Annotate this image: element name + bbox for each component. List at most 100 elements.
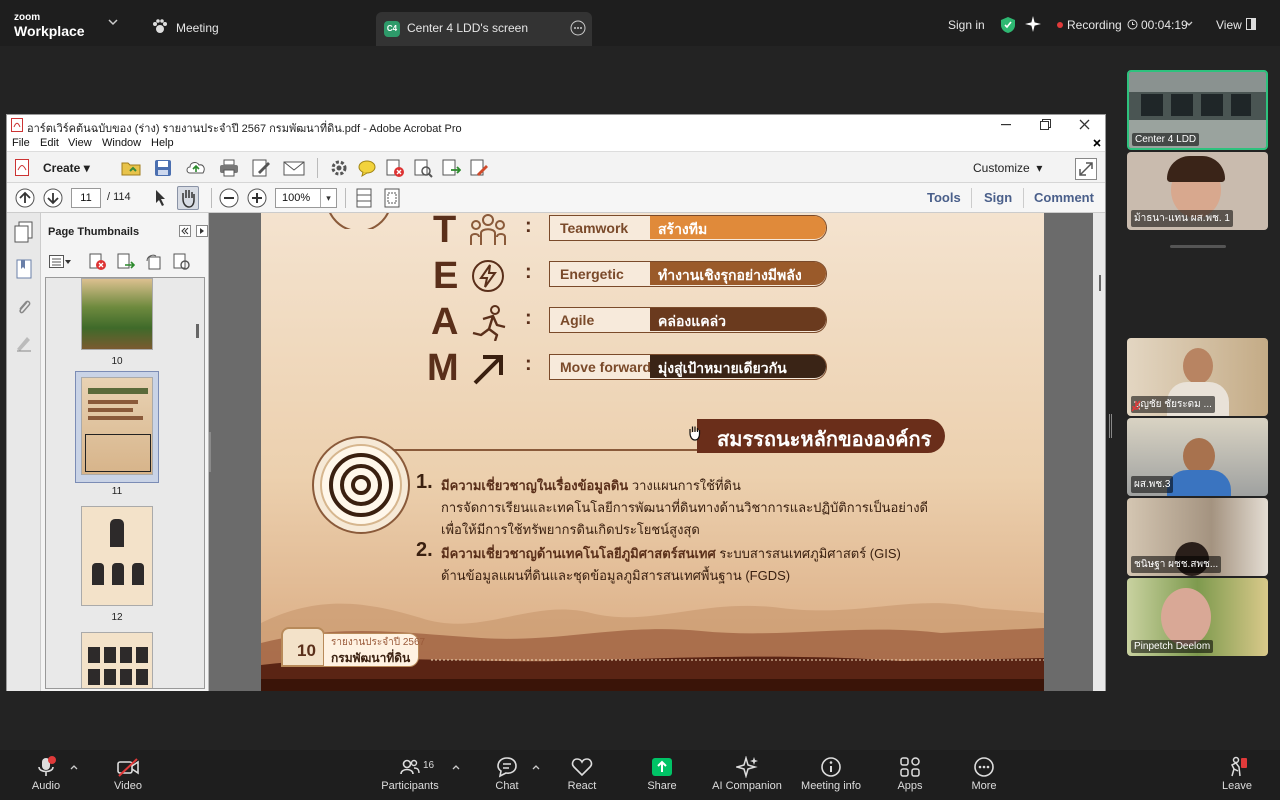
participant-tile-4[interactable]: ผส.พช.3 [1127, 418, 1268, 496]
bookmarks-tab-icon[interactable] [16, 259, 32, 279]
share-options-icon[interactable] [570, 20, 586, 36]
gallery-splitter[interactable] [1109, 414, 1112, 438]
tools-link[interactable]: Tools [927, 190, 961, 205]
save-icon[interactable] [153, 158, 173, 178]
thumbnail-scrollbar[interactable] [196, 324, 199, 338]
chat-options-icon[interactable] [532, 764, 540, 770]
leave-button[interactable]: Leave [1202, 756, 1272, 792]
participant-tile-3[interactable]: บุญชัย ชัยระดม ... [1127, 338, 1268, 416]
doc-scrollbar-thumb[interactable] [1099, 275, 1101, 291]
thumbnail-options-icon[interactable] [49, 255, 71, 269]
edit-pdf-icon[interactable] [251, 158, 271, 178]
participants-count: 16 [423, 760, 435, 771]
gallery-scroll-handle[interactable] [1170, 245, 1226, 248]
email-icon[interactable] [283, 158, 305, 178]
menu-file[interactable]: File [12, 137, 30, 149]
thumbnail-page-12[interactable] [81, 506, 153, 606]
delete-thumbnail-icon[interactable] [89, 253, 107, 271]
restore-icon[interactable] [1040, 119, 1051, 130]
thumbnail-list[interactable]: 10 11 12 [45, 277, 205, 689]
expand-view-icon[interactable] [1075, 158, 1097, 180]
ai-companion-button[interactable]: AI Companion [707, 756, 787, 792]
participant-tile-6[interactable]: Pinpetch Deelom [1127, 578, 1268, 656]
rotate-page-icon[interactable] [145, 253, 163, 271]
participant-name-2: ม้าธนา-แทน ผส.พช. 1 [1131, 210, 1233, 227]
menu-edit[interactable]: Edit [40, 137, 59, 149]
fit-width-icon[interactable] [355, 188, 373, 208]
share-button[interactable]: Share [627, 756, 697, 792]
zoom-out-icon[interactable] [219, 188, 239, 208]
export-page-icon[interactable] [441, 158, 461, 178]
sign-link[interactable]: Sign [984, 190, 1012, 205]
next-page-icon[interactable] [43, 188, 63, 208]
thumbnail-page-13[interactable] [81, 632, 153, 688]
close-window-icon[interactable] [1079, 119, 1090, 130]
document-view[interactable]: T : Teamwork สร้างทีม E : Energetic ทำงา… [209, 213, 1105, 691]
hand-tool-icon[interactable] [177, 186, 199, 210]
recording-label[interactable]: Recording [1067, 18, 1122, 32]
video-button[interactable]: Video [93, 756, 163, 792]
previous-page-icon[interactable] [15, 188, 35, 208]
sign-document-icon[interactable] [469, 158, 489, 178]
chevron-down-icon[interactable] [108, 18, 118, 26]
comment-link[interactable]: Comment [1034, 190, 1094, 205]
thumbnail-label-11: 11 [111, 486, 123, 497]
create-pdf-icon[interactable] [15, 159, 31, 177]
zoom-in-icon[interactable] [247, 188, 267, 208]
page-properties-icon[interactable] [173, 253, 191, 271]
collapse-panel-icon[interactable] [179, 225, 191, 237]
page-number-input[interactable]: 11 [71, 188, 101, 208]
thumbnail-page-10[interactable] [81, 278, 153, 350]
core-competency-heading: สมรรถนะหลักขององค์กร [697, 419, 946, 453]
zoom-level-select[interactable]: 100% ▾ [275, 188, 337, 208]
menu-view[interactable]: View [68, 137, 92, 149]
audio-options-icon[interactable] [70, 764, 78, 770]
meeting-info-button[interactable]: Meeting info [796, 756, 866, 792]
select-arrow-icon[interactable] [153, 189, 169, 207]
participant-name-4: ผส.พช.3 [1131, 476, 1174, 493]
attachments-tab-icon[interactable] [16, 297, 32, 317]
thumb11-row-1 [88, 400, 138, 404]
extract-page-icon[interactable] [413, 158, 433, 178]
create-button[interactable]: Create ▾ [43, 161, 90, 175]
page-thumbnails-tab-icon[interactable] [14, 221, 34, 243]
timer-chevron-icon[interactable] [1185, 21, 1193, 27]
delete-page-icon[interactable] [385, 158, 405, 178]
open-folder-icon[interactable] [121, 158, 141, 178]
comment-bubble-icon[interactable] [357, 158, 377, 178]
meeting-label[interactable]: Meeting [176, 21, 219, 35]
view-layout-icon[interactable] [1246, 18, 1256, 30]
chat-button[interactable]: Chat [472, 756, 542, 792]
react-button[interactable]: React [547, 756, 617, 792]
customize-button[interactable]: Customize ▾ [973, 161, 1042, 175]
thumbnail-page-11[interactable] [81, 377, 153, 475]
view-button[interactable]: View [1216, 18, 1242, 32]
signatures-tab-icon[interactable] [15, 333, 33, 353]
cloud-upload-icon[interactable] [185, 158, 205, 178]
zoom-level-value: 100% [282, 192, 311, 204]
participant-tile-1[interactable]: Center 4 LDD [1127, 70, 1268, 150]
ai-sparkle-icon[interactable] [1025, 16, 1041, 32]
panel-splitter-left[interactable] [209, 432, 211, 472]
shield-check-icon[interactable] [1000, 16, 1016, 34]
zoom-dropdown-icon[interactable]: ▾ [320, 189, 336, 207]
participant-face [1161, 588, 1211, 646]
expand-panel-icon[interactable] [196, 225, 208, 237]
participants-button[interactable]: Participants [375, 756, 445, 792]
insert-page-icon[interactable] [117, 253, 135, 271]
close-document-icon[interactable] [1093, 139, 1101, 147]
print-icon[interactable] [219, 158, 239, 178]
fit-page-icon[interactable] [383, 188, 401, 208]
menu-window[interactable]: Window [102, 137, 141, 149]
participant-tile-2[interactable]: ม้าธนา-แทน ผส.พช. 1 [1127, 152, 1268, 230]
menu-help[interactable]: Help [151, 137, 174, 149]
ai-sparkle-icon [707, 756, 787, 778]
minimize-icon[interactable] [1001, 124, 1011, 126]
more-button[interactable]: More [949, 756, 1019, 792]
participant-tile-5[interactable]: ชนิษฐา ผชช.สพช... [1127, 498, 1268, 576]
sign-in-link[interactable]: Sign in [948, 18, 985, 32]
apps-button[interactable]: Apps [875, 756, 945, 792]
participants-options-icon[interactable] [452, 764, 460, 770]
audio-button[interactable]: Audio [11, 756, 81, 792]
settings-gear-icon[interactable] [329, 158, 349, 178]
